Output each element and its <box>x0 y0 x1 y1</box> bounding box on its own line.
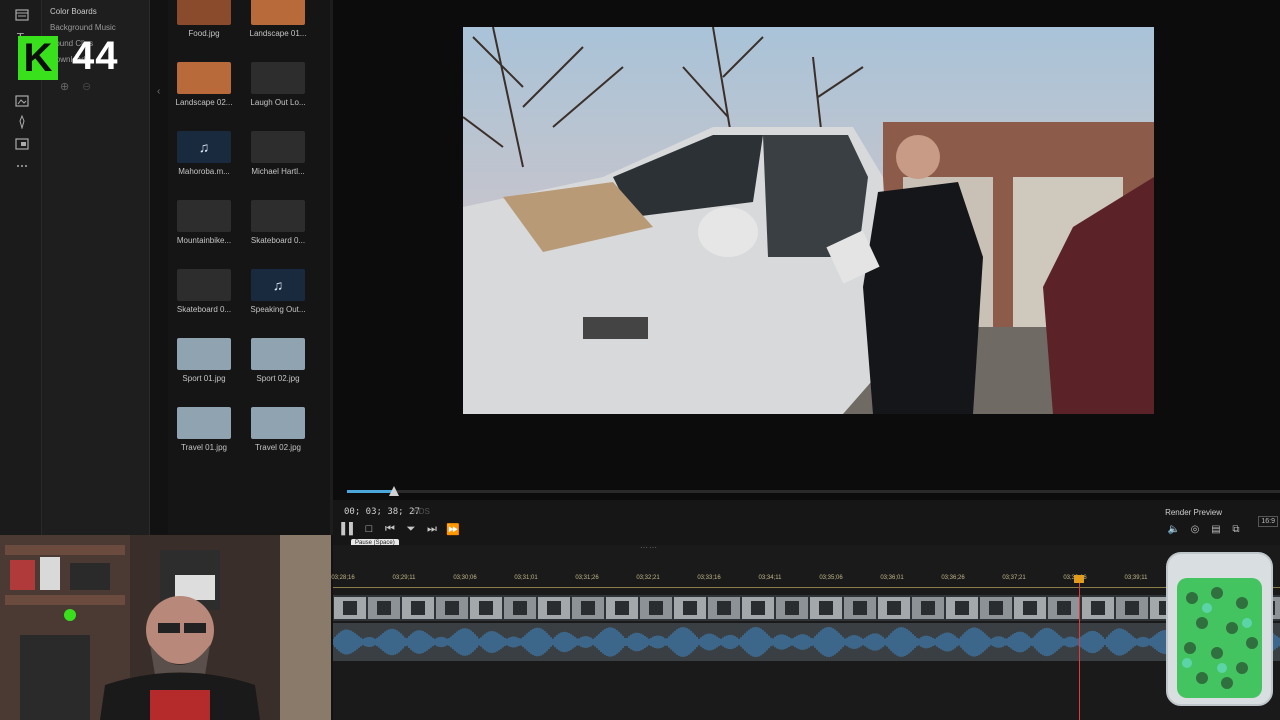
media-caption: Mahoroba.m... <box>178 167 230 176</box>
ruler-tick: 03;33;16 <box>697 575 721 581</box>
ruler-tick: 03;32;21 <box>636 575 660 581</box>
media-item[interactable]: Landscape 01... <box>243 0 313 38</box>
collapse-panel-chevron-icon[interactable]: ‹ <box>157 86 167 102</box>
media-item[interactable]: Travel 02.jpg <box>243 407 313 452</box>
remove-tag-icon[interactable]: ⊖ <box>82 80 91 93</box>
panel-resize-handle[interactable]: ⋯⋯ <box>640 543 658 552</box>
media-caption: Mountainbike... <box>176 236 232 245</box>
ruler-tick: 03;36;26 <box>941 575 965 581</box>
music-note-icon: ♫ <box>251 269 305 301</box>
media-caption: Food.jpg <box>188 29 220 38</box>
media-caption: Sport 02.jpg <box>256 374 300 383</box>
fast-forward-button[interactable]: ⏩ <box>445 521 461 537</box>
media-library: Food.jpg Landscape 01... Landscape 02... La… <box>168 0 330 535</box>
music-note-icon: ♫ <box>177 131 231 163</box>
undock-icon[interactable]: ⧉ <box>1229 522 1243 536</box>
media-item[interactable]: Skateboard 0... <box>243 200 313 245</box>
timecode-display[interactable]: 00; 03; 38; 27 <box>344 507 420 517</box>
previous-frame-button[interactable]: ⏮ <box>382 521 398 537</box>
video-track[interactable] <box>333 595 1280 621</box>
video-thumb <box>251 131 305 163</box>
more-icon[interactable] <box>13 157 31 175</box>
media-caption: Landscape 01... <box>249 29 307 38</box>
media-caption: Travel 02.jpg <box>255 443 301 452</box>
aspect-ratio-select[interactable]: 16:9 <box>1258 516 1278 527</box>
snapshot-icon[interactable]: ◎ <box>1188 522 1202 536</box>
ruler-tick: 03;39;11 <box>1124 575 1148 581</box>
streamer-webcam <box>0 535 331 720</box>
ruler-tick: 03;28;16 <box>331 575 355 581</box>
media-item[interactable]: Travel 01.jpg <box>169 407 239 452</box>
image-thumb <box>177 338 231 370</box>
next-frame-button[interactable]: ⏷ <box>403 521 419 537</box>
media-item[interactable]: Laugh Out Lo... <box>243 62 313 107</box>
preview-quality-select[interactable]: HDS <box>413 507 430 516</box>
media-item[interactable]: Food.jpg <box>169 0 239 38</box>
timeline-panel: 03;28;16 03;29;11 03;30;06 03;31;01 03;31;26… <box>331 545 1280 720</box>
timeline-ruler[interactable]: 03;28;16 03;29;11 03;30;06 03;31;01 03;31;26… <box>331 570 1280 588</box>
media-item[interactable]: Landscape 02... <box>169 62 239 107</box>
video-thumb <box>177 269 231 301</box>
food-thumb <box>177 0 231 25</box>
image-thumb <box>251 338 305 370</box>
app-window: T Color Boards Background Music Sound Cl… <box>0 0 1280 720</box>
landscape-thumb <box>251 0 305 25</box>
media-caption: Skateboard 0... <box>250 236 306 245</box>
video-thumb <box>177 200 231 232</box>
media-caption: Speaking Out... <box>250 305 306 314</box>
ruler-tick: 03;29;11 <box>392 575 416 581</box>
ruler-baseline <box>333 587 1280 588</box>
scrub-knob[interactable] <box>389 486 399 496</box>
media-caption: Skateboard 0... <box>176 305 232 314</box>
scrub-progress <box>347 490 394 493</box>
media-caption: Sport 01.jpg <box>182 374 226 383</box>
video-thumb <box>251 62 305 94</box>
playback-controls: 00; 03; 38; 27 HDS ▌▌ Pause (Space) □ ⏮ … <box>333 500 1280 547</box>
media-caption: Michael Hartl... <box>251 167 305 176</box>
image-thumb <box>251 407 305 439</box>
preview-scrub-bar[interactable] <box>347 486 1280 496</box>
category-background-music[interactable]: Background Music <box>50 23 116 32</box>
pip-room-icon[interactable] <box>13 135 31 153</box>
ruler-tick: 03;35;06 <box>819 575 843 581</box>
media-item[interactable]: ♫ Mahoroba.m... <box>169 131 239 176</box>
ruler-tick: 03;31;26 <box>575 575 599 581</box>
ruler-tick: 03;31;01 <box>514 575 538 581</box>
image-thumb <box>177 407 231 439</box>
media-item[interactable]: Michael Hartl... <box>243 131 313 176</box>
category-panel: Color Boards Background Music Sound Clip… <box>42 0 150 535</box>
ruler-tick: 03;30;06 <box>453 575 477 581</box>
stop-button[interactable]: □ <box>361 521 377 537</box>
donation-jar-overlay <box>1162 548 1277 710</box>
ruler-tick: 03;34;11 <box>758 575 782 581</box>
effect-room-icon[interactable] <box>13 113 31 131</box>
playhead-marker[interactable] <box>1074 575 1084 583</box>
media-item[interactable]: Skateboard 0... <box>169 269 239 314</box>
media-item[interactable]: Sport 01.jpg <box>169 338 239 383</box>
pause-button[interactable]: ▌▌ <box>341 521 357 537</box>
add-tag-icon[interactable]: ⊕ <box>60 80 69 93</box>
preview-video-frame <box>463 27 1154 414</box>
kick-logo-icon: K <box>18 36 58 80</box>
media-room-icon[interactable] <box>13 6 31 24</box>
skip-end-button[interactable]: ⏭ <box>424 521 440 537</box>
video-thumb <box>251 200 305 232</box>
settings-icon[interactable]: ▤ <box>1209 522 1223 536</box>
audio-track[interactable] <box>333 623 1280 661</box>
transition-room-icon[interactable] <box>13 92 31 110</box>
volume-icon[interactable]: 🔈 <box>1167 522 1181 536</box>
media-caption: Travel 01.jpg <box>181 443 227 452</box>
render-preview-button[interactable]: Render Preview <box>1161 506 1226 519</box>
landscape-thumb <box>177 62 231 94</box>
timeline-playhead[interactable] <box>1079 575 1080 720</box>
media-caption: Laugh Out Lo... <box>250 98 306 107</box>
category-color-boards[interactable]: Color Boards <box>50 7 97 16</box>
ruler-tick: 03;37;21 <box>1002 575 1026 581</box>
ruler-tick: 03;36;01 <box>880 575 904 581</box>
media-item[interactable]: ♫ Speaking Out... <box>243 269 313 314</box>
media-caption: Landscape 02... <box>175 98 233 107</box>
kick-viewer-count: 44 <box>72 34 119 78</box>
media-item[interactable]: Sport 02.jpg <box>243 338 313 383</box>
media-item[interactable]: Mountainbike... <box>169 200 239 245</box>
